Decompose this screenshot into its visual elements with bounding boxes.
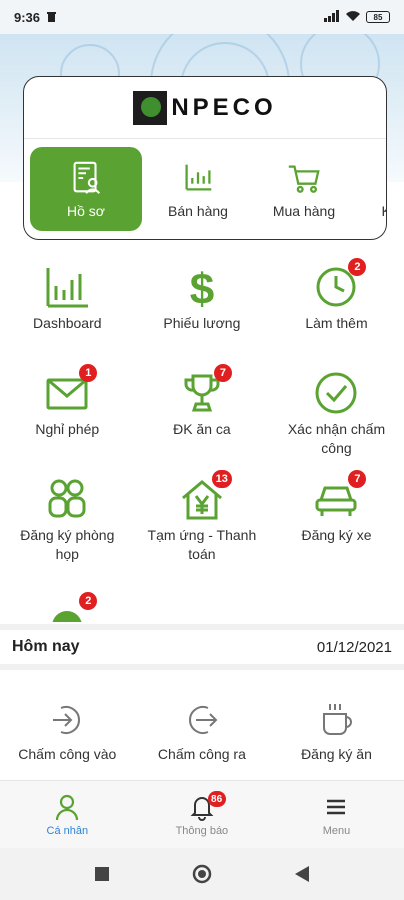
badge: 13 bbox=[211, 470, 232, 488]
check-circle-icon bbox=[315, 372, 357, 414]
nav-ca-nhan[interactable]: Cá nhân bbox=[0, 781, 135, 848]
tab-ho-so[interactable]: Hồ sơ bbox=[30, 147, 142, 231]
grid-item-dk-an-ca[interactable]: 7 ĐK ăn ca bbox=[135, 364, 270, 474]
grid-item-dang-ky-phong-hop[interactable]: Đăng ký phòng họp bbox=[0, 474, 135, 592]
tab-label: Bán hàng bbox=[168, 203, 228, 219]
grid-item-label: Làm thêm bbox=[305, 315, 368, 331]
logo-mark-icon bbox=[133, 90, 168, 125]
grid-item-nghi-phep[interactable]: 1 Nghỉ phép bbox=[0, 364, 135, 474]
profile-doc-icon bbox=[73, 161, 101, 194]
meeting-icon bbox=[48, 479, 86, 518]
badge: 2 bbox=[348, 258, 367, 276]
badge: 7 bbox=[213, 364, 232, 382]
notification-badge: 86 bbox=[207, 791, 226, 807]
register-meal-button[interactable]: Đăng ký ăn bbox=[269, 690, 404, 778]
trash-icon bbox=[46, 10, 57, 25]
grid-item-dashboard[interactable]: Dashboard bbox=[0, 262, 135, 368]
grid-item-label: Dashboard bbox=[33, 315, 102, 331]
circle-icon bbox=[192, 864, 212, 884]
grid-item-label: Đăng ký xe bbox=[301, 527, 372, 543]
status-time: 9:36 bbox=[14, 9, 41, 25]
grid-item-xac-nhan-cham-cong[interactable]: Xác nhận chấm công bbox=[269, 368, 404, 474]
today-label: Hôm nay bbox=[12, 638, 80, 655]
svg-text:$: $ bbox=[190, 265, 214, 310]
triangle-left-icon bbox=[295, 866, 309, 882]
system-nav-bar bbox=[0, 848, 404, 900]
bar-chart-icon bbox=[46, 268, 89, 308]
grid-item-label: Đăng ký phòng họp bbox=[20, 527, 115, 562]
attendance-row: Chấm công vào Chấm công ra Đăng ký ăn bbox=[0, 690, 404, 778]
check-out-button[interactable]: Chấm công ra bbox=[135, 690, 270, 778]
bar-chart-icon bbox=[185, 164, 212, 191]
recent-apps-button[interactable] bbox=[87, 859, 117, 889]
tab-label: Mua hàng bbox=[272, 203, 336, 219]
person-icon bbox=[56, 794, 79, 820]
tab-mua-hang[interactable]: Mua hàng bbox=[254, 147, 354, 231]
tab-ban-hang[interactable]: Bán hàng bbox=[148, 147, 248, 231]
signal-icon bbox=[324, 9, 340, 25]
badge: 1 bbox=[79, 364, 98, 382]
attend-label: Chấm công vào bbox=[18, 746, 117, 762]
nav-label: Cá nhân bbox=[46, 824, 89, 837]
today-bar: Hôm nay 01/12/2021 bbox=[0, 624, 404, 670]
chart-icon bbox=[371, 159, 387, 197]
grid-item-partial[interactable]: 2 bbox=[0, 592, 135, 622]
grid-item-lam-them[interactable]: 2 Làm thêm bbox=[269, 258, 404, 368]
grid-item-label: Phiếu lương bbox=[163, 315, 241, 331]
cart-icon bbox=[288, 165, 320, 193]
battery-icon: 85 bbox=[366, 11, 390, 23]
home-button[interactable] bbox=[187, 859, 217, 889]
logo-text: NPECO bbox=[171, 93, 277, 121]
check-in-icon bbox=[53, 706, 81, 734]
nav-label: Menu bbox=[322, 824, 351, 837]
grid-item-label: ĐK ăn ca bbox=[173, 421, 231, 437]
top-card: NPECO Hồ sơ Bán hàng Mua hàng bbox=[23, 76, 387, 240]
today-date: 01/12/2021 bbox=[316, 638, 392, 656]
grid-item-label: Nghỉ phép bbox=[35, 421, 100, 437]
check-out-icon bbox=[188, 706, 218, 734]
tab-label: Hồ sơ bbox=[67, 203, 105, 219]
quick-tabs: Hồ sơ Bán hàng Mua hàng Kế bbox=[24, 139, 386, 239]
attend-label: Đăng ký ăn bbox=[301, 746, 372, 762]
brand-logo: NPECO bbox=[24, 77, 386, 139]
badge: 7 bbox=[348, 470, 367, 488]
coffee-icon bbox=[323, 704, 353, 735]
nav-thong-bao[interactable]: 86 Thông báo bbox=[135, 781, 270, 848]
nav-menu[interactable]: Menu bbox=[269, 781, 404, 848]
check-in-button[interactable]: Chấm công vào bbox=[0, 690, 135, 778]
grid-item-label: Xác nhận chấm công bbox=[287, 421, 386, 456]
back-button[interactable] bbox=[287, 859, 317, 889]
grid-item-label: Tạm ứng - Thanh toán bbox=[147, 527, 257, 562]
grid-item-phieu-luong[interactable]: $ Phiếu lương bbox=[135, 262, 270, 368]
badge: 2 bbox=[79, 592, 98, 610]
grid-item-dang-ky-xe[interactable]: 7 Đăng ký xe bbox=[269, 470, 404, 592]
wifi-icon bbox=[345, 10, 361, 25]
tab-ke[interactable]: Kế bbox=[360, 147, 387, 231]
nav-label: Thông báo bbox=[175, 824, 229, 837]
grid-item-tam-ung[interactable]: 13 Tạm ứng - Thanh toán bbox=[135, 470, 270, 592]
square-icon bbox=[95, 867, 109, 881]
tab-label: Kế bbox=[381, 203, 386, 219]
dollar-icon: $ bbox=[190, 265, 214, 310]
status-bar: 9:36 85 bbox=[0, 0, 404, 34]
bottom-nav: Cá nhân 86 Thông báo Menu bbox=[0, 780, 404, 848]
feature-grid: Dashboard $ Phiếu lương 2 Làm thêm 1 Ngh… bbox=[0, 258, 404, 622]
attend-label: Chấm công ra bbox=[157, 746, 246, 762]
menu-icon bbox=[327, 799, 346, 814]
